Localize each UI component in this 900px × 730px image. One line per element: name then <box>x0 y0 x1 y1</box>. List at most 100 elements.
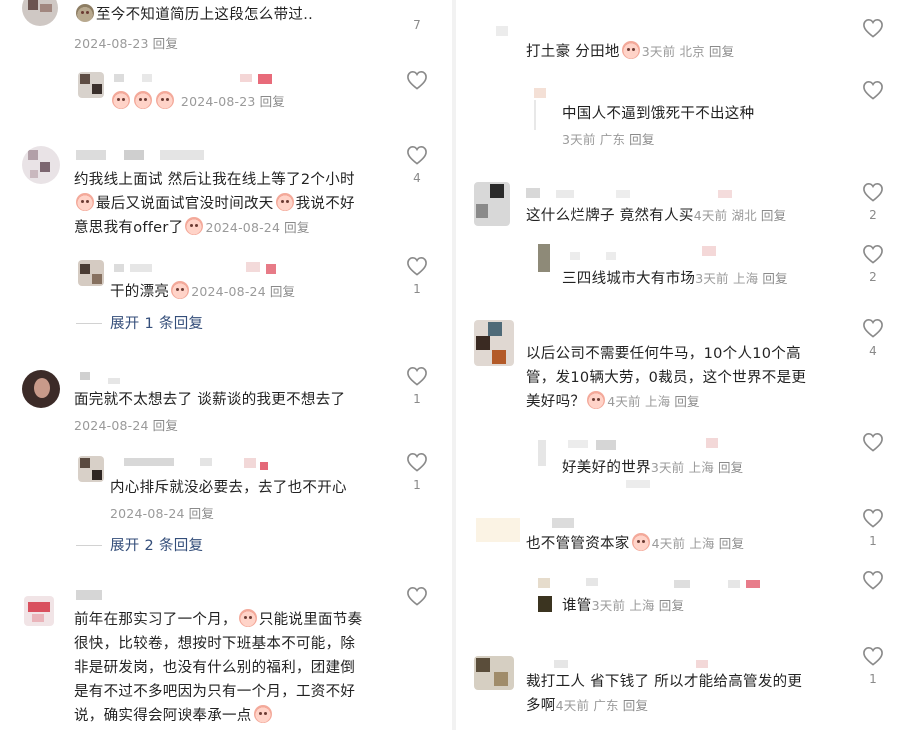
avatar[interactable] <box>22 146 60 184</box>
like-button[interactable]: 1 <box>402 256 432 296</box>
reply-button[interactable]: 回复 <box>629 132 654 147</box>
like-button[interactable] <box>858 432 888 452</box>
expand-replies-link[interactable]: 展开 2 条回复 <box>75 534 203 555</box>
like-count: 1 <box>413 478 421 492</box>
reply-button[interactable]: 回复 <box>761 208 786 223</box>
comment-text: 以后公司不需要任何牛马，10个人10个高 管，发10辆大劳，0裁员，这个世界不是… <box>526 346 807 410</box>
reply-button[interactable]: 回复 <box>284 220 309 235</box>
avatar[interactable] <box>24 596 54 626</box>
comment-text: 裁打工人 省下钱了 所以才能给高管发的更 多啊4天前 广东 回复 <box>526 674 803 714</box>
like-button[interactable]: 2 <box>858 182 888 222</box>
reply-button[interactable]: 回复 <box>719 536 744 551</box>
like-count: 1 <box>413 392 421 406</box>
face-emoji-icon <box>238 609 257 627</box>
comment-text: 面完就不太想去了 谈薪谈的我更不想去了 <box>74 392 346 408</box>
like-count: 2 <box>869 270 877 284</box>
avatar[interactable] <box>78 260 104 286</box>
like-count: 7 <box>413 18 421 32</box>
reply-button[interactable]: 回复 <box>709 44 734 59</box>
reply-button[interactable]: 回复 <box>623 698 648 713</box>
comment-text: 也不管管资本家 4天前 上海 回复 <box>526 532 744 556</box>
face-emoji-icon <box>134 91 152 109</box>
like-button[interactable] <box>402 70 432 90</box>
comment-meta: 2024-08-24 回复 <box>74 418 179 433</box>
right-comment-panel: 打土豪 分田地 3天前 北京 回复 中国人不逼到饿死干不出这种 3天前 广东 回复 这… <box>452 0 900 730</box>
like-button[interactable]: 1 <box>858 508 888 548</box>
like-button[interactable] <box>858 80 888 100</box>
reply-button[interactable]: 回复 <box>153 36 178 51</box>
like-button[interactable] <box>402 586 432 606</box>
face-emoji-icon <box>185 217 204 235</box>
reply-button[interactable]: 回复 <box>762 271 787 286</box>
avatar[interactable] <box>474 182 510 226</box>
heart-outline-icon <box>407 70 427 90</box>
comment-text: 约我线上面试 然后让我在线上等了2个小时 最后又说面试官没时间改天 我说不好 意思… <box>74 172 355 236</box>
face-emoji-icon <box>171 281 190 299</box>
reply-text: 中国人不逼到饿死干不出这种 <box>562 106 755 122</box>
reply-text: 内心排斥就没必要去，去了也不开心 <box>110 480 347 496</box>
reply-text: 谁管3天前 上海 回复 <box>562 598 685 614</box>
heart-outline-icon <box>863 80 883 100</box>
reply-button[interactable]: 回复 <box>270 284 295 299</box>
like-button[interactable]: 1 <box>402 452 432 492</box>
like-count: 1 <box>413 282 421 296</box>
comment-meta: 2024-08-24 回复 <box>110 506 215 521</box>
face-emoji-icon <box>253 705 272 723</box>
heart-outline-icon <box>863 182 883 202</box>
avatar[interactable] <box>474 656 514 690</box>
reply-text: 干的漂亮 2024-08-24 回复 <box>110 280 295 304</box>
like-button[interactable]: 1 <box>402 366 432 406</box>
reply-text: 三四线城市大有市场3天前 上海 回复 <box>562 271 788 287</box>
heart-outline-icon <box>407 586 427 606</box>
heart-outline-icon <box>863 508 883 528</box>
like-count: 4 <box>869 344 877 358</box>
face-emoji-icon <box>76 193 94 211</box>
expand-replies-link[interactable]: 展开 1 条回复 <box>75 312 203 333</box>
face-emoji-icon <box>156 91 174 109</box>
heart-outline-icon <box>863 570 883 590</box>
like-button[interactable]: 7 <box>402 0 432 32</box>
avatar[interactable] <box>78 72 104 98</box>
like-button[interactable] <box>858 570 888 590</box>
heart-outline-icon <box>407 256 427 276</box>
like-button[interactable] <box>858 18 888 38</box>
reply-text: 2024-08-23 回复 <box>110 90 285 114</box>
reply-text: 好美好的世界3天前 上海 回复 <box>562 460 744 476</box>
face-emoji-icon <box>621 41 640 59</box>
heart-outline-icon <box>407 366 427 386</box>
heart-outline-icon <box>863 244 883 264</box>
face-emoji-icon <box>631 533 650 551</box>
avatar[interactable] <box>22 370 60 408</box>
reply-button[interactable]: 回复 <box>659 598 684 613</box>
poop-emoji-icon <box>76 4 94 22</box>
comment-text: 至今不知道简历上这段怎么带过.. <box>74 3 313 27</box>
reply-button[interactable]: 回复 <box>718 460 743 475</box>
like-button[interactable]: 2 <box>858 244 888 284</box>
like-count: 1 <box>869 672 877 686</box>
heart-outline-icon <box>863 646 883 666</box>
reply-button[interactable]: 回复 <box>189 506 214 521</box>
like-count: 2 <box>869 208 877 222</box>
heart-outline-icon <box>407 145 427 165</box>
like-button[interactable]: 4 <box>858 318 888 358</box>
like-button[interactable]: 1 <box>858 646 888 686</box>
avatar[interactable] <box>22 0 58 26</box>
like-count: 4 <box>413 171 421 185</box>
reply-button[interactable]: 回复 <box>674 394 699 409</box>
reply-button[interactable]: 回复 <box>153 418 178 433</box>
avatar[interactable] <box>474 320 514 366</box>
like-count: 1 <box>869 534 877 548</box>
comment-meta: 3天前 广东 回复 <box>562 132 655 147</box>
reply-button[interactable]: 回复 <box>260 94 285 109</box>
like-button[interactable]: 4 <box>402 145 432 185</box>
left-comment-panel: 至今不知道简历上这段怎么带过.. 2024-08-23 回复 7 2024-08-… <box>0 0 452 730</box>
face-emoji-icon <box>587 391 606 409</box>
comment-text: 前年在那实习了一个月， 只能说里面节奏 很快，比较卷，想按时下班基本不可能，除 非… <box>74 608 394 728</box>
heart-outline-icon <box>863 318 883 338</box>
face-emoji-icon <box>112 91 130 109</box>
comments-screenshot: 至今不知道简历上这段怎么带过.. 2024-08-23 回复 7 2024-08-… <box>0 0 900 730</box>
heart-outline-icon <box>407 452 427 472</box>
comment-text: 打土豪 分田地 3天前 北京 回复 <box>526 40 734 64</box>
comment-text: 这什么烂牌子 竟然有人买4天前 湖北 回复 <box>526 208 787 224</box>
avatar[interactable] <box>78 456 104 482</box>
